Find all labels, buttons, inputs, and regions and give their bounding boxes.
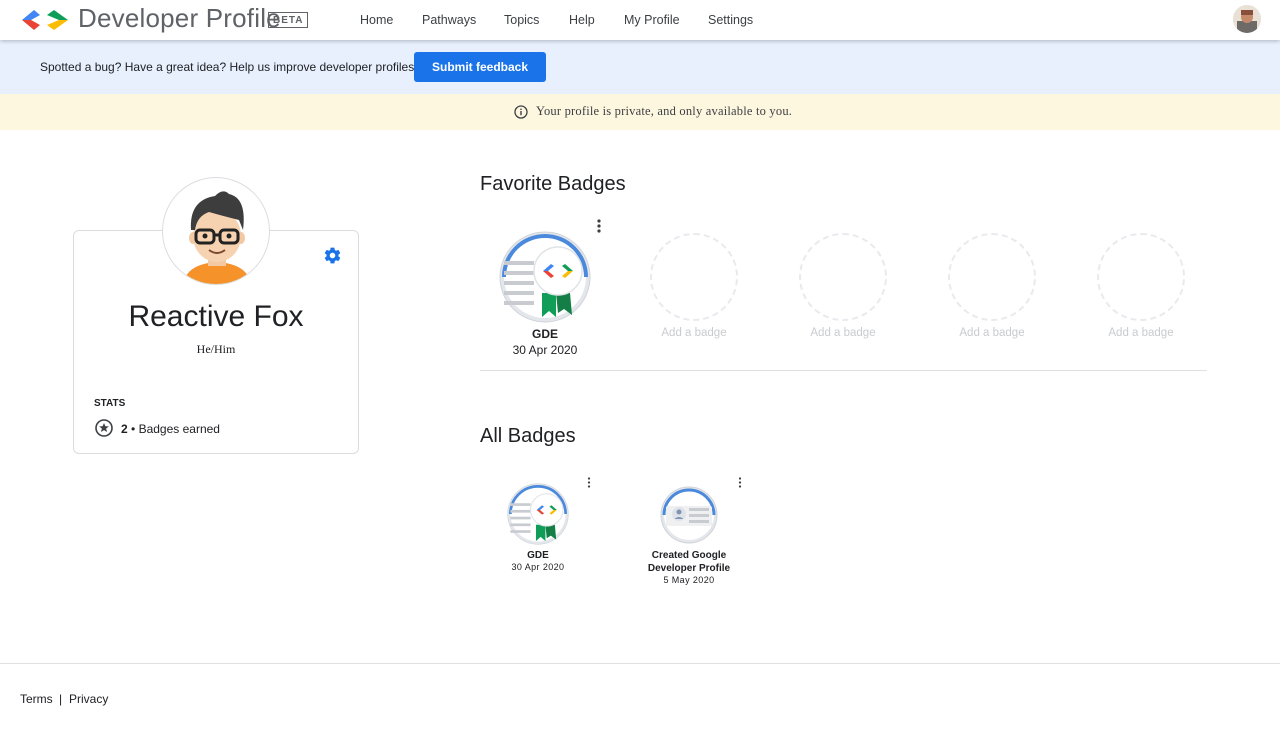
nav-home[interactable]: Home	[360, 13, 393, 27]
top-app-bar: Developer Profile BETA Home Pathways Top…	[0, 0, 1280, 40]
add-badge-label[interactable]: Add a badge	[639, 327, 749, 339]
bullet-separator: •	[131, 422, 139, 436]
terms-link[interactable]: Terms	[20, 692, 53, 706]
feedback-banner: Spotted a bug? Have a great idea? Help u…	[0, 40, 1280, 94]
profile-badge-icon[interactable]	[660, 486, 718, 544]
all-badges-title: All Badges	[480, 425, 576, 447]
badge-name-line2: Developer Profile	[647, 563, 731, 574]
badges-count: 2	[121, 422, 128, 436]
add-badge-label[interactable]: Add a badge	[788, 327, 898, 339]
profile-picture[interactable]	[162, 177, 270, 285]
nav-topics[interactable]: Topics	[504, 13, 539, 27]
profile-name: Reactive Fox	[128, 300, 304, 333]
developers-logo-icon[interactable]	[20, 6, 70, 34]
empty-badge-slot[interactable]	[799, 233, 887, 321]
nav-settings[interactable]: Settings	[708, 13, 753, 27]
nav-my-profile[interactable]: My Profile	[624, 13, 680, 27]
info-icon	[514, 105, 528, 119]
badges-earned-label: Badges earned	[138, 422, 220, 436]
user-avatar[interactable]	[1233, 5, 1261, 33]
badge-date: 30 Apr 2020	[511, 562, 565, 572]
privacy-link[interactable]: Privacy	[69, 692, 108, 706]
badge-name: GDE	[527, 550, 549, 561]
gde-badge-icon[interactable]	[498, 231, 592, 323]
feedback-text: Spotted a bug? Have a great idea? Help u…	[40, 60, 418, 74]
badge-name: Created Google Developer Profile	[634, 549, 744, 575]
star-circle-icon	[95, 419, 113, 437]
more-vert-icon[interactable]	[594, 218, 604, 234]
more-vert-icon[interactable]	[585, 476, 593, 489]
brand-title[interactable]: Developer Profile	[78, 3, 281, 34]
badges-earned-stat: 2 • Badges earned	[121, 422, 220, 436]
add-badge-label[interactable]: Add a badge	[1086, 327, 1196, 339]
nav-help[interactable]: Help	[569, 13, 595, 27]
privacy-text: Your profile is private, and only availa…	[536, 104, 793, 118]
user-avatar-image	[1233, 5, 1261, 33]
empty-badge-slot[interactable]	[1097, 233, 1185, 321]
more-vert-icon[interactable]	[736, 476, 744, 489]
badge-date: 5 May 2020	[663, 575, 715, 585]
footer-divider	[0, 663, 1280, 664]
beta-badge: BETA	[268, 12, 309, 28]
favorite-badge-date: 30 Apr 2020	[512, 343, 578, 357]
gde-badge-icon[interactable]	[506, 483, 570, 545]
submit-feedback-button[interactable]: Submit feedback	[414, 52, 546, 82]
profile-pronouns: He/Him	[196, 342, 236, 356]
privacy-banner: Your profile is private, and only availa…	[0, 94, 1280, 130]
empty-badge-slot[interactable]	[948, 233, 1036, 321]
profile-avatar-illustration	[183, 191, 251, 284]
section-divider	[480, 370, 1207, 371]
nav-pathways[interactable]: Pathways	[422, 13, 476, 27]
empty-badge-slot[interactable]	[650, 233, 738, 321]
badge-name-line1: Created Google	[651, 550, 727, 561]
gear-icon[interactable]	[323, 246, 342, 265]
add-badge-label[interactable]: Add a badge	[937, 327, 1047, 339]
favorite-badges-title: Favorite Badges	[480, 173, 626, 195]
stats-heading: STATS	[94, 398, 126, 409]
footer-separator: |	[59, 692, 63, 706]
favorite-badge-name: GDE	[531, 327, 558, 341]
